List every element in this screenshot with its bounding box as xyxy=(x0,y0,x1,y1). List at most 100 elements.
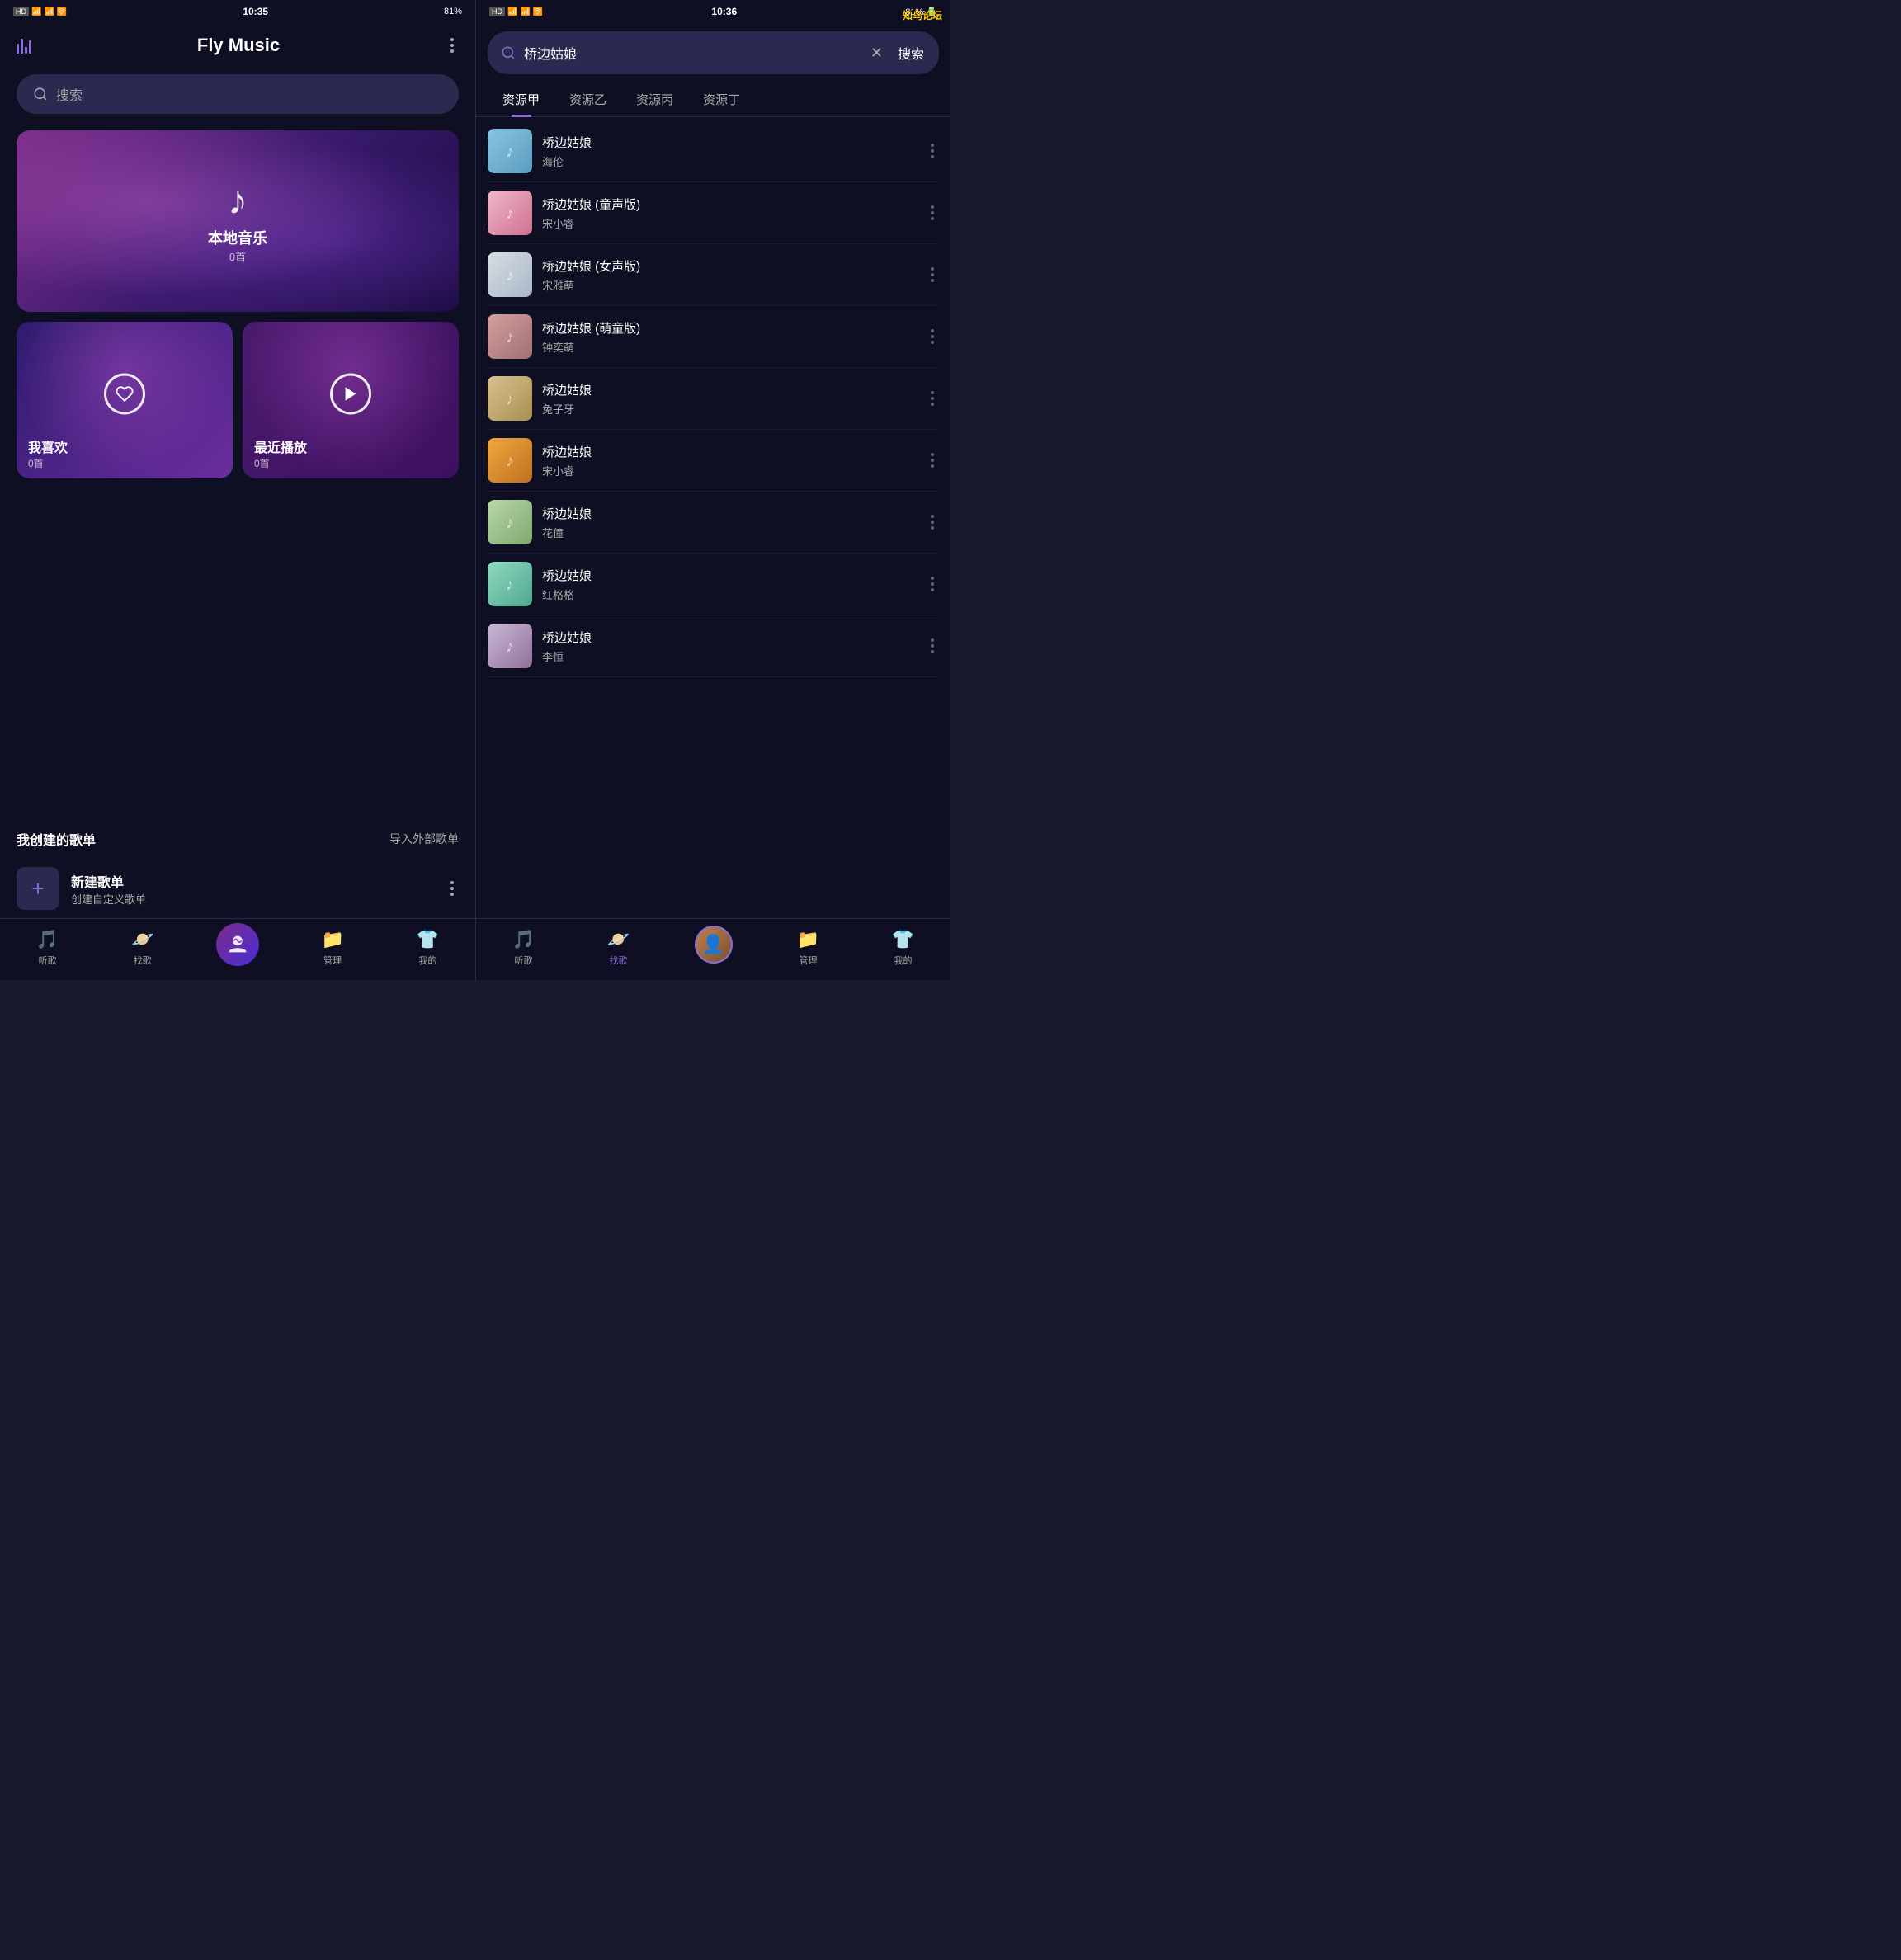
music-note-nav-icon: 🎵 xyxy=(36,929,59,950)
cards-section: ♪ 本地音乐 0首 我喜欢 0首 xyxy=(0,120,475,829)
result-more-button[interactable] xyxy=(926,139,939,163)
result-more-button[interactable] xyxy=(926,324,939,349)
result-title: 桥边姑娘 xyxy=(542,134,916,151)
new-playlist-row[interactable]: + 新建歌单 创建自定义歌单 xyxy=(17,859,459,918)
discover-nav-icon: 🪐 xyxy=(131,929,153,950)
shirt-nav-icon-right: 👕 xyxy=(892,929,914,950)
search-bar[interactable]: 搜索 xyxy=(17,74,459,114)
page-title: Fly Music xyxy=(197,35,280,56)
shirt-nav-icon: 👕 xyxy=(417,929,439,950)
local-music-card[interactable]: ♪ 本地音乐 0首 xyxy=(17,130,459,312)
result-more-button[interactable] xyxy=(926,572,939,596)
nav-listen[interactable]: 🎵 听歌 xyxy=(23,929,73,967)
result-thumb: ♪ xyxy=(488,438,532,483)
result-title: 桥边姑娘 xyxy=(542,567,916,584)
sub-cards: 我喜欢 0首 最近播放 0首 xyxy=(17,322,459,478)
result-item[interactable]: ♪ 桥边姑娘 宋小睿 xyxy=(488,430,939,492)
new-playlist-title: 新建歌单 xyxy=(71,871,434,891)
local-music-count: 0首 xyxy=(229,248,246,264)
result-item[interactable]: ♪ 桥边姑娘 李恒 xyxy=(488,615,939,677)
result-more-button[interactable] xyxy=(926,510,939,535)
result-thumb: ♪ xyxy=(488,562,532,606)
center-button[interactable] xyxy=(216,923,259,966)
recent-title: 最近播放 xyxy=(254,436,447,456)
tab-source-a[interactable]: 资源甲 xyxy=(488,82,554,116)
result-thumb: ♪ xyxy=(488,624,532,668)
tab-source-d[interactable]: 资源丁 xyxy=(688,82,755,116)
result-artist: 海伦 xyxy=(542,153,916,169)
nav-avatar-right[interactable]: 👤 xyxy=(689,932,738,964)
svg-text:♪: ♪ xyxy=(506,328,514,346)
nav-center[interactable] xyxy=(213,930,262,966)
result-more-button[interactable] xyxy=(926,386,939,411)
search-tabs: 资源甲 资源乙 资源丙 资源丁 xyxy=(476,82,950,117)
equalizer-icon[interactable] xyxy=(17,37,31,54)
result-title: 桥边姑娘 xyxy=(542,505,916,522)
search-input[interactable] xyxy=(524,45,862,60)
tab-source-c[interactable]: 资源丙 xyxy=(621,82,688,116)
result-more-button[interactable] xyxy=(926,448,939,473)
nav-profile-label-right: 我的 xyxy=(894,954,913,967)
nav-manage[interactable]: 📁 管理 xyxy=(308,929,357,967)
nav-profile-right[interactable]: 👕 我的 xyxy=(879,929,928,967)
new-playlist-icon: + xyxy=(17,867,59,910)
nav-find-right[interactable]: 🪐 找歌 xyxy=(594,929,644,967)
result-item[interactable]: ♪ 桥边姑娘 (童声版) 宋小睿 xyxy=(488,182,939,244)
time-right: 10:36 xyxy=(711,6,737,17)
nav-find[interactable]: 🪐 找歌 xyxy=(118,929,167,967)
playlist-more-button[interactable] xyxy=(446,876,459,901)
play-icon xyxy=(330,374,371,415)
svg-text:♪: ♪ xyxy=(506,452,514,470)
header-more-button[interactable] xyxy=(446,33,459,58)
result-artist: 兔子牙 xyxy=(542,401,916,417)
result-more-button[interactable] xyxy=(926,634,939,658)
right-panel: 知鸟论坛 HD 📶 📶 🛜 10:36 81% 🔋 ✕ 搜索 资源甲 资源乙 资… xyxy=(475,0,950,980)
result-info: 桥边姑娘 海伦 xyxy=(542,134,916,169)
import-playlist-button[interactable]: 导入外部歌单 xyxy=(389,831,459,847)
result-more-button[interactable] xyxy=(926,200,939,225)
music-note-icon: ♪ xyxy=(228,178,248,224)
result-title: 桥边姑娘 (女声版) xyxy=(542,257,916,275)
result-thumb: ♪ xyxy=(488,500,532,544)
nav-manage-right[interactable]: 📁 管理 xyxy=(784,929,833,967)
result-item[interactable]: ♪ 桥边姑娘 (女声版) 宋雅萌 xyxy=(488,244,939,306)
new-playlist-subtitle: 创建自定义歌单 xyxy=(71,891,434,907)
result-thumb: ♪ xyxy=(488,376,532,421)
result-item[interactable]: ♪ 桥边姑娘 海伦 xyxy=(488,120,939,182)
recent-count: 0首 xyxy=(254,456,447,470)
recent-card[interactable]: 最近播放 0首 xyxy=(243,322,459,478)
clear-button[interactable]: ✕ xyxy=(870,45,883,62)
result-title: 桥边姑娘 (萌童版) xyxy=(542,319,916,337)
svg-text:♪: ♪ xyxy=(506,638,514,656)
result-item[interactable]: ♪ 桥边姑娘 兔子牙 xyxy=(488,368,939,430)
result-item[interactable]: ♪ 桥边姑娘 红格格 xyxy=(488,554,939,615)
result-thumb: ♪ xyxy=(488,314,532,359)
tab-source-b[interactable]: 资源乙 xyxy=(554,82,621,116)
result-info: 桥边姑娘 红格格 xyxy=(542,567,916,602)
result-item[interactable]: ♪ 桥边姑娘 花僮 xyxy=(488,492,939,554)
result-artist: 红格格 xyxy=(542,587,916,602)
likes-count: 0首 xyxy=(28,456,221,470)
nav-listen-right[interactable]: 🎵 听歌 xyxy=(499,929,549,967)
likes-card[interactable]: 我喜欢 0首 xyxy=(17,322,233,478)
nav-manage-label-right: 管理 xyxy=(800,954,818,967)
nav-listen-label-right: 听歌 xyxy=(515,954,533,967)
result-more-button[interactable] xyxy=(926,262,939,287)
left-panel: HD 📶 📶 🛜 10:35 81% Fly Music 搜索 ♪ xyxy=(0,0,475,980)
status-bar-right: HD 📶 📶 🛜 10:36 81% 🔋 xyxy=(476,0,950,23)
svg-text:♪: ♪ xyxy=(506,266,514,285)
avatar: 👤 xyxy=(702,934,724,955)
result-info: 桥边姑娘 (萌童版) 钟奕萌 xyxy=(542,319,916,355)
signal-left: HD 📶 📶 🛜 xyxy=(13,7,67,16)
heart-icon xyxy=(104,374,145,415)
result-item[interactable]: ♪ 桥边姑娘 (萌童版) 钟奕萌 xyxy=(488,306,939,368)
result-title: 桥边姑娘 (童声版) xyxy=(542,196,916,213)
svg-text:♪: ♪ xyxy=(506,576,514,594)
result-thumb: ♪ xyxy=(488,129,532,173)
search-input-bar[interactable]: ✕ 搜索 xyxy=(488,31,939,74)
result-artist: 花僮 xyxy=(542,525,916,540)
search-submit-button[interactable]: 搜索 xyxy=(891,40,931,66)
watermark: 知鸟论坛 xyxy=(903,8,942,22)
result-artist: 宋小睿 xyxy=(542,215,916,231)
nav-profile[interactable]: 👕 我的 xyxy=(403,929,452,967)
